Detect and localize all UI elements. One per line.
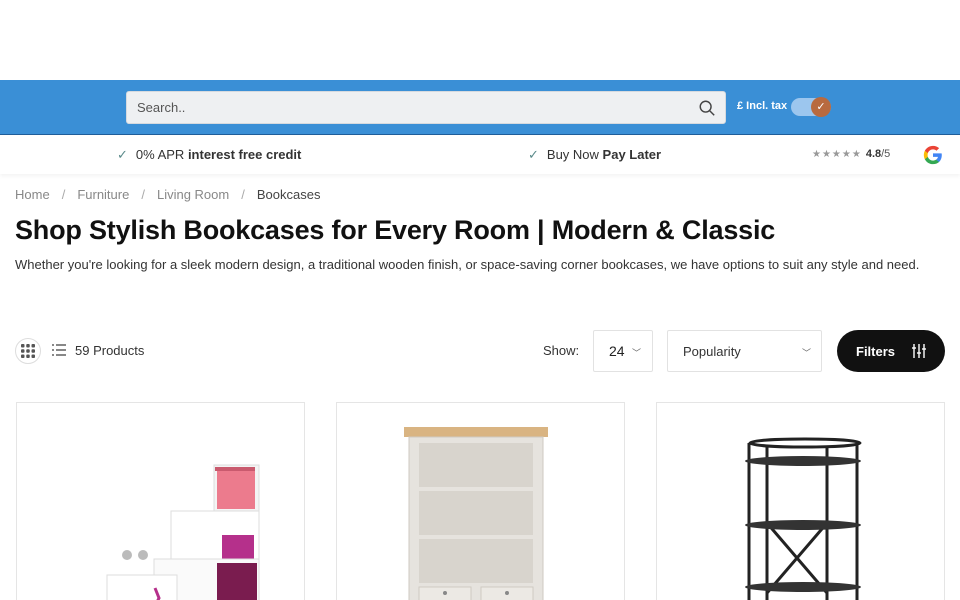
google-logo-icon[interactable]: [922, 144, 944, 166]
product-card[interactable]: [336, 402, 625, 600]
show-label: Show:: [543, 343, 580, 358]
breadcrumb-separator: /: [61, 187, 66, 202]
breadcrumb-home[interactable]: Home: [15, 187, 50, 202]
sliders-icon: [912, 344, 926, 358]
usp-bar: ✓ 0% APR interest free credit ✓ Buy Now Pa…: [0, 136, 960, 174]
product-count: 59 Products: [75, 343, 145, 358]
breadcrumb-furniture[interactable]: Furniture: [77, 187, 129, 202]
search-icon[interactable]: [698, 99, 716, 117]
breadcrumb-current: Bookcases: [256, 187, 321, 202]
per-page-select[interactable]: 24 ﹀: [593, 330, 653, 372]
search-input[interactable]: [127, 92, 687, 123]
breadcrumb-living-room[interactable]: Living Room: [157, 187, 229, 202]
filters-label: Filters: [856, 344, 896, 359]
breadcrumb: Home / Furniture / Living Room / Bookcases: [15, 187, 320, 202]
search-bar-strip: £ Incl. tax ✓: [0, 80, 960, 135]
usp-paylater-bold: Pay Later: [602, 147, 662, 162]
tax-toggle-label: £ Incl. tax: [737, 100, 788, 112]
check-icon: ✓: [117, 147, 128, 162]
usp-credit-text: 0% APR: [135, 147, 188, 162]
usp-paylater: ✓ Buy Now Pay Later: [528, 147, 661, 163]
check-icon: ✓: [811, 97, 831, 117]
rating-outof: /5: [881, 148, 891, 160]
chevron-down-icon: ﹀: [802, 348, 812, 358]
usp-credit-bold: interest free credit: [187, 147, 302, 162]
product-card[interactable]: [656, 402, 945, 600]
breadcrumb-separator: /: [141, 187, 145, 202]
review-rating[interactable]: ★★★★★ 4.8/5: [812, 148, 890, 160]
star-rating-icon: ★★★★★: [812, 149, 862, 160]
grid-icon: [21, 344, 35, 358]
product-image-white-pink-step-bookcase[interactable]: [17, 403, 305, 600]
filters-button[interactable]: Filters: [837, 330, 945, 372]
check-icon: ✓: [528, 147, 539, 162]
sort-select[interactable]: Popularity ﹀: [667, 330, 822, 372]
chevron-down-icon: ﹀: [632, 348, 642, 358]
sort-value: Popularity: [683, 344, 741, 359]
breadcrumb-separator: /: [241, 187, 245, 202]
per-page-value: 24: [609, 343, 625, 359]
list-view-icon[interactable]: [52, 343, 66, 357]
product-image-black-metal-shelving-unit[interactable]: [657, 403, 945, 600]
category-description: Whether you're looking for a sleek moder…: [15, 257, 920, 272]
header-white-area: [0, 0, 960, 80]
product-image-grey-oak-top-bookcase[interactable]: [337, 403, 625, 600]
usp-paylater-text: Buy Now: [546, 147, 603, 162]
rating-score: 4.8: [865, 148, 882, 160]
product-card[interactable]: [16, 402, 305, 600]
page-title: Shop Stylish Bookcases for Every Room | …: [15, 215, 776, 245]
grid-view-button[interactable]: [15, 338, 41, 364]
usp-credit: ✓ 0% APR interest free credit: [117, 147, 301, 163]
search-box[interactable]: [126, 91, 726, 124]
tax-toggle[interactable]: ✓: [791, 97, 831, 117]
